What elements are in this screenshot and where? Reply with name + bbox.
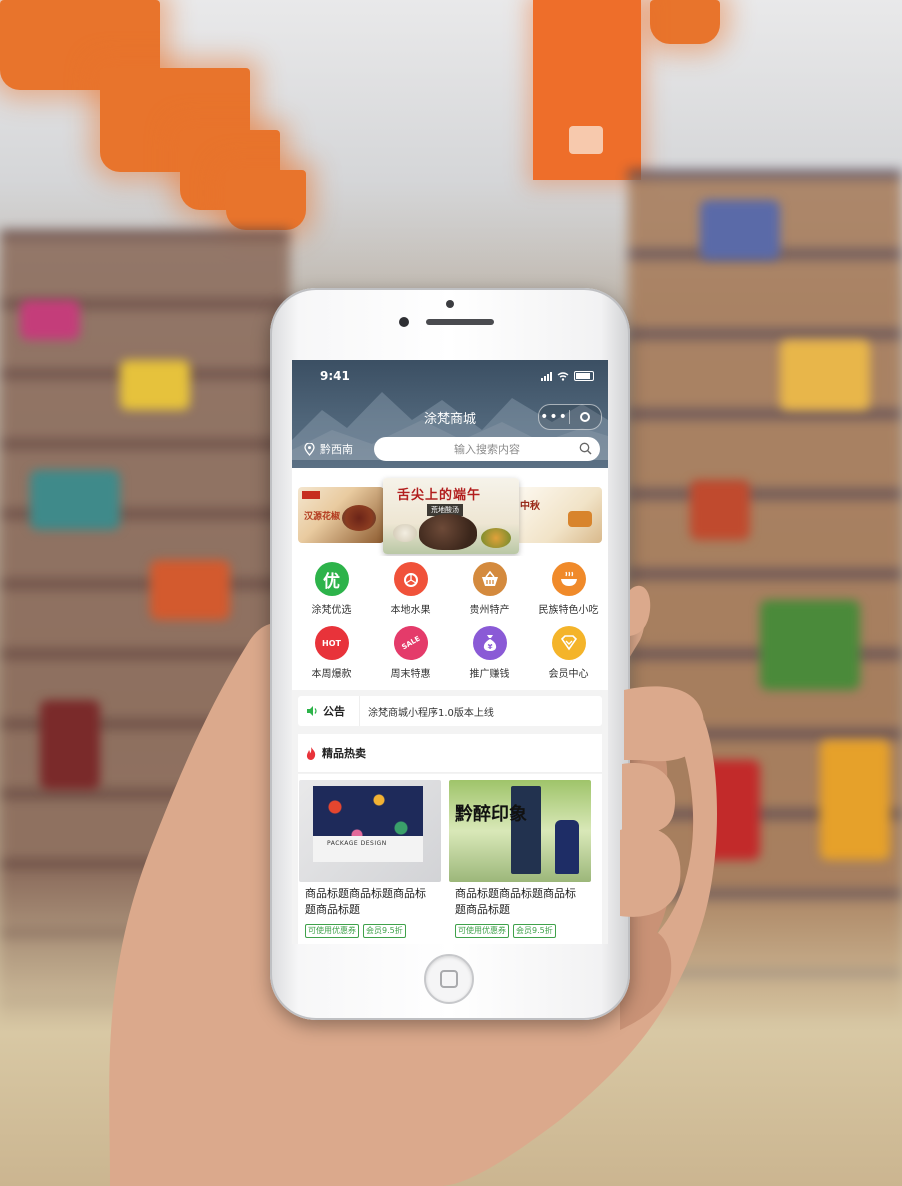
sale-tag-icon: SALE [387, 619, 434, 667]
hot-icon: HOT [314, 626, 349, 660]
orange-icon [393, 562, 428, 596]
speaker-icon [307, 706, 317, 716]
hot-section-header: 精品热卖 [298, 734, 602, 773]
category-label: 推广赚钱 [469, 669, 510, 680]
banner-caption: 汉源花椒 [304, 512, 341, 522]
diamond-icon [551, 626, 586, 660]
category-grid: 优 涂梵优选 本地水果 贵州特产 民族特色小吃 HOT 本周爆款 SALE 周末… [292, 556, 608, 690]
app-header: 9:41 涂梵商城 ••• 黔西南 输入搜索内容 [292, 360, 608, 468]
banner-carousel[interactable]: 汉源花椒 中秋 舌尖上的端午 荒地酸汤 [292, 468, 608, 556]
fingers [620, 585, 704, 917]
banner-slide-active[interactable]: 舌尖上的端午 荒地酸汤 [383, 478, 519, 554]
home-button[interactable] [424, 954, 474, 1004]
product-list: PACKAGE DESIGN 商品标题商品标题商品标题商品标题 可使用优惠券 会… [298, 774, 602, 944]
search-input[interactable]: 输入搜索内容 [374, 437, 600, 461]
category-item[interactable]: SALE 周末特惠 [371, 619, 450, 684]
category-item[interactable]: 优 涂梵优选 [292, 556, 371, 620]
member-discount-tag: 会员9.5折 [513, 924, 556, 938]
target-icon [580, 412, 590, 422]
money-bag-icon: ¥ [472, 626, 507, 660]
category-item[interactable]: 贵州特产 [450, 556, 529, 620]
product-card[interactable]: 黔醉印象 商品标题商品标题商品标题商品标题 可使用优惠券 会员9.5折 [449, 780, 591, 938]
basket-icon [472, 562, 507, 596]
close-program-button[interactable] [570, 412, 600, 422]
category-item[interactable]: ¥ 推广赚钱 [450, 620, 529, 684]
coupon-tag: 可使用优惠券 [455, 924, 509, 938]
category-label: 会员中心 [548, 669, 589, 680]
category-label: 涂梵优选 [311, 605, 352, 616]
category-label: 本地水果 [390, 605, 431, 616]
mini-program-capsule: ••• [538, 404, 602, 430]
product-image[interactable]: 黔醉印象 [449, 780, 591, 882]
banner-caption: 中秋 [520, 501, 540, 512]
category-label: 本周爆款 [311, 669, 352, 680]
status-icons [541, 371, 594, 381]
product-image-caption: PACKAGE DESIGN [327, 840, 387, 847]
more-menu-button[interactable]: ••• [539, 410, 569, 424]
category-item[interactable]: 会员中心 [529, 620, 608, 684]
front-camera [399, 317, 409, 327]
earpiece-speaker [426, 319, 494, 325]
hot-section-title: 精品热卖 [322, 747, 366, 760]
product-card[interactable]: PACKAGE DESIGN 商品标题商品标题商品标题商品标题 可使用优惠券 会… [299, 780, 441, 938]
notice-label: 公告 [323, 705, 345, 718]
search-icon[interactable] [579, 442, 592, 455]
bowl-icon [551, 562, 586, 596]
product-image-caption: 黔醉印象 [455, 804, 527, 825]
category-item[interactable]: 民族特色小吃 [529, 556, 608, 620]
category-label: 周末特惠 [390, 669, 431, 680]
wifi-icon [557, 372, 569, 381]
location-pin-icon [304, 442, 315, 456]
coupon-tag: 可使用优惠券 [305, 924, 359, 938]
notice-text: 涂梵商城小程序1.0版本上线 [368, 707, 494, 719]
banner-slide-right[interactable]: 中秋 [516, 487, 602, 543]
fire-icon [306, 746, 316, 760]
location-selector[interactable]: 黔西南 [304, 441, 353, 457]
category-label: 民族特色小吃 [538, 605, 599, 616]
product-image[interactable]: PACKAGE DESIGN [299, 780, 441, 882]
battery-icon [574, 371, 594, 381]
category-item[interactable]: 本地水果 [371, 556, 450, 620]
banner-caption: 舌尖上的端午 [397, 488, 482, 503]
status-time: 9:41 [320, 369, 350, 383]
banner-slide-left[interactable]: 汉源花椒 [298, 487, 384, 543]
notice-bar[interactable]: 公告 涂梵商城小程序1.0版本上线 [298, 696, 602, 726]
product-title: 商品标题商品标题商品标题商品标题 [305, 887, 426, 916]
category-label: 贵州特产 [469, 605, 510, 616]
signal-icon [541, 372, 552, 381]
category-item[interactable]: HOT 本周爆款 [292, 620, 371, 684]
search-placeholder: 输入搜索内容 [454, 443, 520, 456]
product-title: 商品标题商品标题商品标题商品标题 [455, 887, 576, 916]
product-tags: 可使用优惠券 会员9.5折 [449, 924, 591, 938]
location-label: 黔西南 [320, 443, 353, 456]
app-screen: 9:41 涂梵商城 ••• 黔西南 输入搜索内容 汉源花椒 中秋 舌尖上的端午 … [292, 360, 608, 944]
member-discount-tag: 会员9.5折 [363, 924, 406, 938]
product-tags: 可使用优惠券 会员9.5折 [299, 924, 441, 938]
svg-text:¥: ¥ [487, 643, 492, 651]
front-sensor [446, 300, 454, 308]
youxuan-icon: 优 [314, 562, 349, 596]
phone: 9:41 涂梵商城 ••• 黔西南 输入搜索内容 汉源花椒 中秋 舌尖上的端午 … [270, 288, 630, 1020]
